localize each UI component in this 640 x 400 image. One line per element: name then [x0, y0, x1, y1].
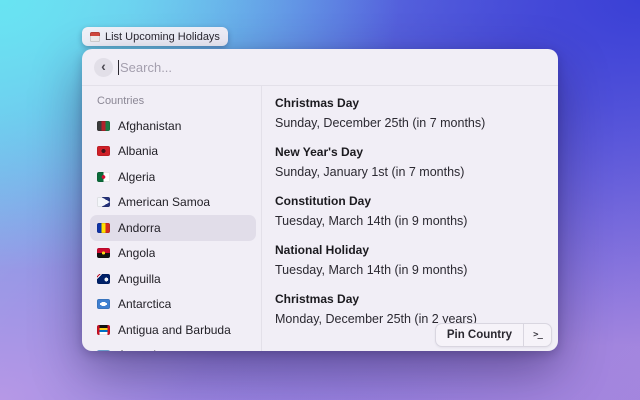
- flag-anguilla-icon: [97, 273, 110, 284]
- flag-afghanistan-icon: [97, 120, 110, 131]
- list-item-label: Angola: [118, 246, 156, 261]
- holiday-date: Sunday, January 1st (in 7 months): [275, 165, 465, 179]
- list-item-angola[interactable]: Angola: [90, 241, 256, 267]
- list-item-label: Albania: [118, 144, 159, 159]
- text-caret: [118, 59, 119, 75]
- flag-andorra-icon: [97, 222, 110, 233]
- flag-antigua-and-barbuda-icon: [97, 324, 110, 335]
- list-item-label: Anguilla: [118, 271, 161, 286]
- holiday-entry: Christmas Day Sunday, December 25th (in …: [275, 96, 544, 130]
- flag-american-samoa-icon: [97, 197, 110, 208]
- flag-albania-icon: [97, 146, 110, 157]
- holiday-entry: New Year's Day Sunday, January 1st (in 7…: [275, 145, 544, 179]
- countries-panel: Countries Afghanistan Albania Algeria Am…: [82, 86, 262, 351]
- list-item-label: Andorra: [118, 220, 161, 235]
- list-item-antarctica[interactable]: Antarctica: [90, 292, 256, 318]
- holiday-entry: National Holiday Tuesday, March 14th (in…: [275, 243, 544, 277]
- holiday-date: Tuesday, March 14th (in 9 months): [275, 214, 468, 228]
- command-pill-label: List Upcoming Holidays: [105, 30, 220, 43]
- search-field-wrap: [118, 59, 546, 75]
- holiday-name: New Year's Day: [275, 145, 364, 159]
- actions-menu-button[interactable]: >_: [524, 324, 551, 346]
- list-item-label: Algeria: [118, 169, 156, 184]
- list-item-label: Argentina: [118, 348, 169, 351]
- holiday-entry: Constitution Day Tuesday, March 14th (in…: [275, 194, 544, 228]
- list-item-antigua-and-barbuda[interactable]: Antigua and Barbuda: [90, 317, 256, 343]
- calendar-icon: [90, 31, 100, 42]
- footer-action-group: Pin Country >_: [434, 323, 552, 347]
- command-pill[interactable]: List Upcoming Holidays: [82, 27, 228, 46]
- holiday-name: Christmas Day: [275, 96, 360, 110]
- search-input[interactable]: [120, 59, 546, 75]
- flag-argentina-icon: [97, 350, 110, 351]
- holiday-name: National Holiday: [275, 243, 370, 257]
- holidays-detail-panel: Christmas Day Sunday, December 25th (in …: [262, 86, 558, 351]
- terminal-prompt-icon: >_: [533, 330, 543, 340]
- chevron-left-icon: ‹: [101, 58, 106, 74]
- window-body: Countries Afghanistan Albania Algeria Am…: [82, 86, 558, 351]
- list-item-argentina[interactable]: Argentina: [90, 343, 256, 351]
- holiday-name: Constitution Day: [275, 194, 371, 208]
- desktop-background: List Upcoming Holidays ‹ Countries Afgha…: [0, 0, 640, 400]
- list-item-label: American Samoa: [118, 195, 211, 210]
- list-item-label: Antarctica: [118, 297, 172, 312]
- list-item-andorra-selected[interactable]: Andorra: [90, 215, 256, 241]
- countries-section-label: Countries: [97, 95, 145, 107]
- holiday-entry: Christmas Day Monday, December 25th (in …: [275, 292, 544, 326]
- list-item-label: Afghanistan: [118, 118, 182, 133]
- pin-country-label: Pin Country: [446, 329, 512, 341]
- list-item-label: Antigua and Barbuda: [118, 322, 231, 337]
- list-item-afghanistan[interactable]: Afghanistan: [90, 113, 256, 139]
- flag-angola-icon: [97, 248, 110, 259]
- search-bar: ‹: [82, 49, 558, 86]
- holiday-name: Christmas Day: [275, 292, 360, 306]
- list-item-american-samoa[interactable]: American Samoa: [90, 190, 256, 216]
- flag-algeria-icon: [97, 171, 110, 182]
- pin-country-button[interactable]: Pin Country: [436, 324, 523, 346]
- back-button[interactable]: ‹: [94, 57, 113, 77]
- holiday-date: Sunday, December 25th (in 7 months): [275, 116, 486, 130]
- holiday-date: Tuesday, March 14th (in 9 months): [275, 263, 468, 277]
- list-item-algeria[interactable]: Algeria: [90, 164, 256, 190]
- list-item-albania[interactable]: Albania: [90, 139, 256, 165]
- list-item-anguilla[interactable]: Anguilla: [90, 266, 256, 292]
- launcher-window: ‹ Countries Afghanistan Albania: [82, 49, 558, 351]
- flag-antarctica-icon: [97, 299, 110, 310]
